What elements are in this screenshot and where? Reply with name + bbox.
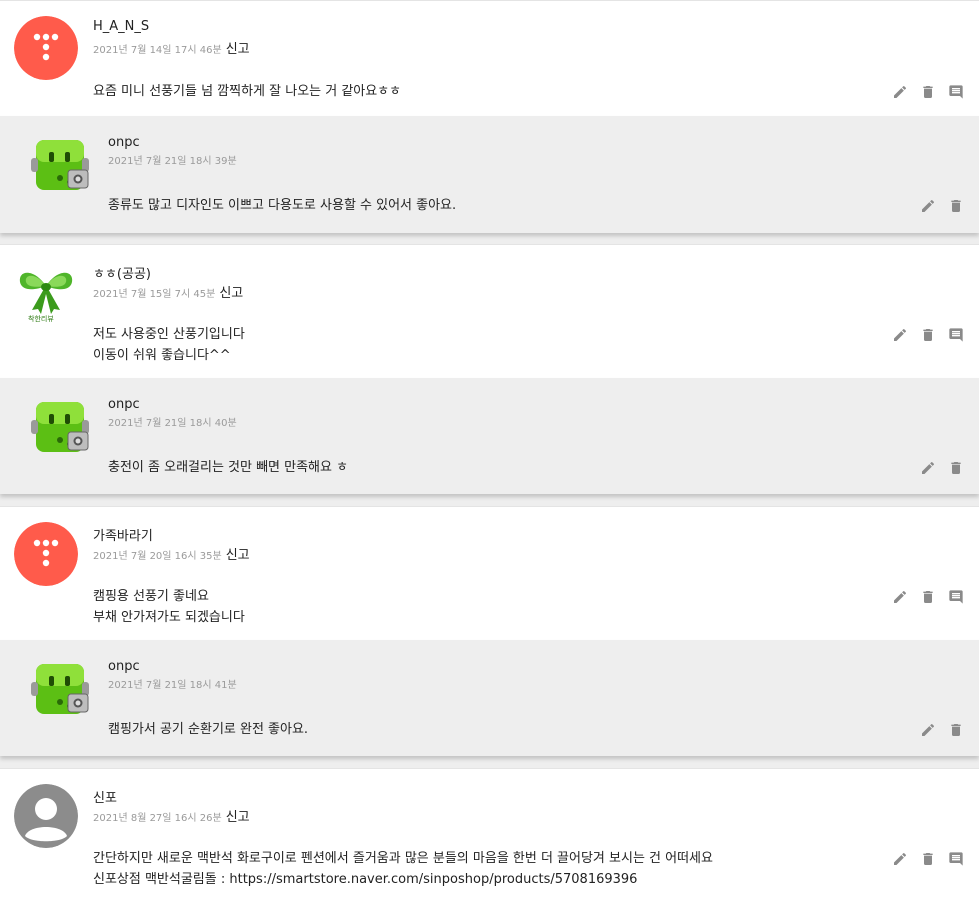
avatar[interactable]: 착한리뷰: [14, 260, 78, 324]
comment-line: 부채 안가져가도 되겠습니다: [93, 610, 245, 625]
report-link[interactable]: 신고: [219, 286, 243, 301]
green-robot-icon: [31, 402, 89, 452]
default-user-icon: [14, 784, 78, 848]
avatar[interactable]: [14, 16, 78, 80]
reply-date: 2021년 7월 21일 18시 39분: [108, 152, 237, 167]
comment-actions: [892, 589, 964, 605]
avatar[interactable]: [14, 522, 78, 586]
reply-body: 종류도 많고 디자인도 이쁘고 다용도로 사용할 수 있어서 좋아요.: [108, 195, 456, 216]
reply: onpc 2021년 7월 21일 18시 40분 충전이 좀 오래걸리는 것만…: [0, 378, 979, 494]
avatar[interactable]: [30, 134, 90, 194]
date-text: 2021년 8월 27일 16시 26분: [93, 813, 222, 824]
pencil-icon[interactable]: [920, 198, 936, 214]
reply-author[interactable]: onpc: [108, 135, 140, 150]
report-link[interactable]: 신고: [226, 42, 250, 57]
report-link[interactable]: 신고: [226, 548, 250, 563]
comment-actions: [892, 84, 964, 100]
date-text: 2021년 7월 15일 7시 45분: [93, 289, 216, 300]
comment-body: 간단하지만 새로운 맥반석 화로구이로 펜션에서 즐거움과 많은 분들의 마음을…: [93, 848, 713, 890]
comment: 착한리뷰 ㅎㅎ(공공) 2021년 7월 15일 7시 45분 신고 저도 사용중…: [0, 244, 979, 378]
reply-author[interactable]: onpc: [108, 397, 140, 412]
comment-line: 요즘 미니 선풍기들 넘 깜찍하게 잘 나오는 거 같아요ㅎㅎ: [93, 84, 402, 99]
trash-icon[interactable]: [948, 722, 964, 738]
comment-body: 저도 사용중인 산풍기입니다 이동이 쉬워 좋습니다^^: [93, 324, 245, 366]
comment-line: 이동이 쉬워 좋습니다^^: [93, 348, 231, 363]
date-text: 2021년 7월 21일 18시 40분: [108, 418, 237, 429]
avatar-caption: 착한리뷰: [28, 315, 54, 323]
comment: 가족바라기 2021년 7월 20일 16시 35분 신고 캠핑용 선풍기 좋네요…: [0, 506, 979, 640]
avatar[interactable]: [14, 784, 78, 848]
trash-icon[interactable]: [948, 460, 964, 476]
trash-icon[interactable]: [920, 84, 936, 100]
avatar[interactable]: [30, 396, 90, 456]
comment-body: 요즘 미니 선풍기들 넘 깜찍하게 잘 나오는 거 같아요ㅎㅎ: [93, 81, 401, 102]
comment-line: 간단하지만 새로운 맥반석 화로구이로 펜션에서 즐거움과 많은 분들의 마음을…: [93, 851, 713, 866]
reply: onpc 2021년 7월 21일 18시 41분 캠핑가서 공기 순환기로 완…: [0, 640, 979, 756]
comment: 신포 2021년 8월 27일 16시 26분 신고 간단하지만 새로운 맥반석 …: [0, 768, 979, 899]
reply-line: 캠핑가서 공기 순환기로 완전 좋아요.: [108, 722, 309, 737]
green-robot-icon: [31, 664, 89, 714]
pencil-icon[interactable]: [892, 851, 908, 867]
reply-actions: [920, 460, 964, 476]
comment-author[interactable]: 가족바라기: [93, 525, 153, 544]
pencil-icon[interactable]: [892, 327, 908, 343]
reply-body: 캠핑가서 공기 순환기로 완전 좋아요.: [108, 719, 308, 740]
date-text: 2021년 7월 21일 18시 39분: [108, 156, 237, 167]
avatar[interactable]: [30, 658, 90, 718]
reply-actions: [920, 722, 964, 738]
comment-icon[interactable]: [948, 589, 964, 605]
comment-body: 캠핑용 선풍기 좋네요 부채 안가져가도 되겠습니다: [93, 586, 245, 628]
reply: onpc 2021년 7월 21일 18시 39분 종류도 많고 디자인도 이쁘…: [0, 116, 979, 233]
trash-icon[interactable]: [920, 589, 936, 605]
green-robot-icon: [31, 140, 89, 190]
comment-icon[interactable]: [948, 327, 964, 343]
pencil-icon[interactable]: [920, 460, 936, 476]
comment-actions: [892, 851, 964, 867]
reply-date: 2021년 7월 21일 18시 41분: [108, 676, 237, 691]
trash-icon[interactable]: [920, 327, 936, 343]
comment-date: 2021년 7월 20일 16시 35분 신고: [93, 544, 250, 563]
comment-date: 2021년 8월 27일 16시 26분 신고: [93, 806, 250, 825]
comment-actions: [892, 327, 964, 343]
trash-icon[interactable]: [920, 851, 936, 867]
pencil-icon[interactable]: [920, 722, 936, 738]
pencil-icon[interactable]: [892, 589, 908, 605]
reply-line: 충전이 좀 오래걸리는 것만 빼면 만족해요 ㅎ: [108, 460, 349, 475]
reply-date: 2021년 7월 21일 18시 40분: [108, 414, 237, 429]
comment-icon[interactable]: [948, 84, 964, 100]
date-text: 2021년 7월 14일 17시 46분: [93, 45, 222, 56]
trash-icon[interactable]: [948, 198, 964, 214]
comment-date: 2021년 7월 14일 17시 46분 신고: [93, 38, 250, 57]
report-link[interactable]: 신고: [226, 810, 250, 825]
comment: H_A_N_S 2021년 7월 14일 17시 46분 신고 요즘 미니 선풍기…: [0, 0, 979, 116]
date-text: 2021년 7월 20일 16시 35분: [93, 551, 222, 562]
comment-line: 캠핑용 선풍기 좋네요: [93, 589, 209, 604]
pencil-icon[interactable]: [892, 84, 908, 100]
tistory-logo-icon: [14, 522, 78, 586]
reply-actions: [920, 198, 964, 214]
tistory-logo-icon: [14, 16, 78, 80]
reply-line: 종류도 많고 디자인도 이쁘고 다용도로 사용할 수 있어서 좋아요.: [108, 198, 457, 213]
comment-date: 2021년 7월 15일 7시 45분 신고: [93, 282, 243, 301]
comment-author[interactable]: ㅎㅎ(공공): [93, 263, 151, 282]
comment-icon[interactable]: [948, 851, 964, 867]
reply-author[interactable]: onpc: [108, 659, 140, 674]
comment-line: 저도 사용중인 산풍기입니다: [93, 327, 245, 342]
date-text: 2021년 7월 21일 18시 41분: [108, 680, 237, 691]
reply-body: 충전이 좀 오래걸리는 것만 빼면 만족해요 ㅎ: [108, 457, 348, 478]
comment-line[interactable]: 신포상점 맥반석굴림돌 : https://smartstore.naver.c…: [93, 869, 713, 890]
comment-author[interactable]: 신포: [93, 787, 117, 806]
comment-author[interactable]: H_A_N_S: [93, 19, 149, 34]
